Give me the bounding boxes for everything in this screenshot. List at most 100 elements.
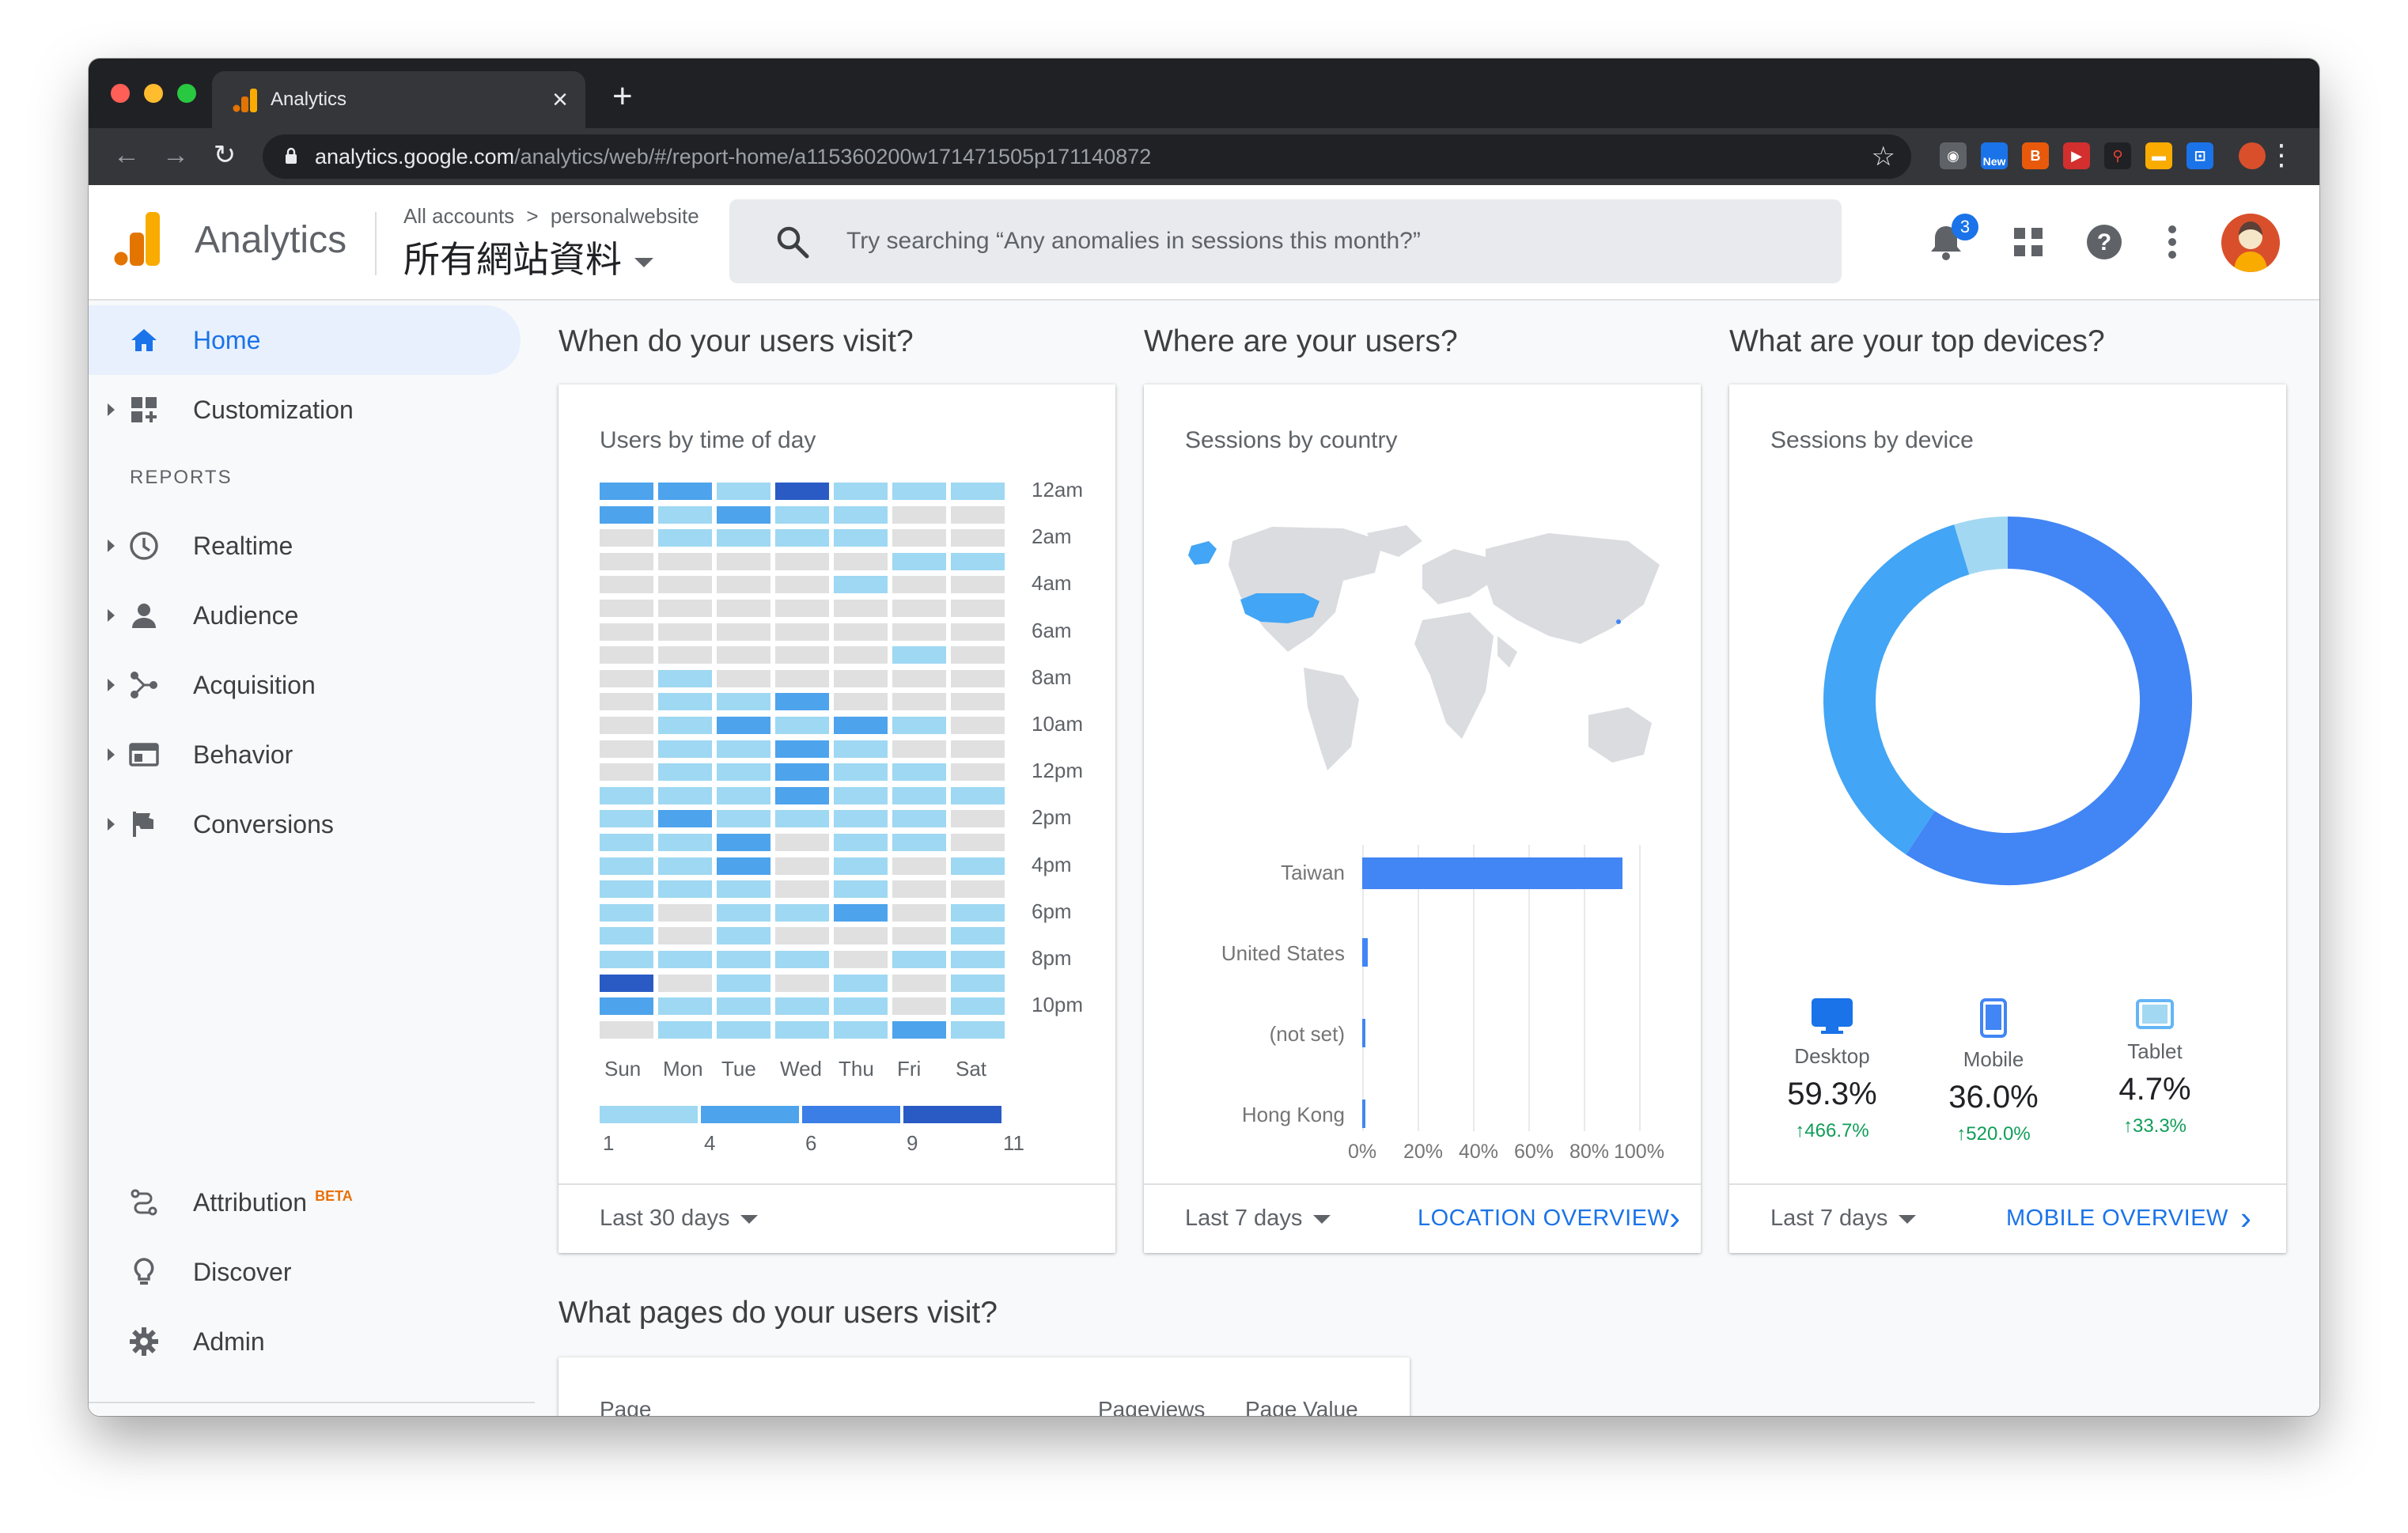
heatmap-cell[interactable] <box>951 529 1005 547</box>
heatmap-cell[interactable] <box>834 483 888 500</box>
heatmap-cell[interactable] <box>600 927 653 945</box>
heatmap-cell[interactable] <box>892 903 946 922</box>
heatmap-cell[interactable] <box>600 623 653 641</box>
heatmap-cell[interactable] <box>600 834 653 851</box>
heatmap-cell[interactable] <box>951 857 1005 875</box>
sidebar-item-conversions[interactable]: Conversions <box>89 789 532 859</box>
profile-icon[interactable] <box>2239 142 2266 169</box>
heatmap-cell[interactable] <box>658 997 712 1016</box>
heatmap-cell[interactable] <box>658 740 712 758</box>
heatmap-cell[interactable] <box>892 717 946 734</box>
sidebar-item-admin[interactable]: Admin <box>89 1307 532 1376</box>
heatmap-cell[interactable] <box>834 810 888 828</box>
heatmap-cell[interactable] <box>600 974 653 992</box>
reload-icon[interactable]: ↻ <box>207 138 242 172</box>
heatmap-cell[interactable] <box>834 857 888 875</box>
heatmap-cell[interactable] <box>717 552 770 570</box>
heatmap-cell[interactable] <box>951 903 1005 922</box>
heatmap-cell[interactable] <box>717 576 770 594</box>
heatmap-cell[interactable] <box>717 834 770 851</box>
extension-b-icon[interactable]: B <box>2022 142 2049 169</box>
heatmap-cell[interactable] <box>600 529 653 547</box>
heatmap-cell[interactable] <box>892 1020 946 1039</box>
heatmap-cell[interactable] <box>775 951 829 968</box>
heatmap-cell[interactable] <box>775 927 829 945</box>
extension-yellow-icon[interactable]: ▬ <box>2145 142 2172 169</box>
heatmap-cell[interactable] <box>717 786 770 804</box>
heatmap-cell[interactable] <box>717 717 770 734</box>
heatmap-cell[interactable] <box>775 505 829 524</box>
heatmap-cell[interactable] <box>658 693 712 711</box>
browser-tab[interactable]: Analytics × <box>212 71 585 128</box>
heatmap-cell[interactable] <box>717 646 770 664</box>
heatmap-cell[interactable] <box>834 880 888 899</box>
sidebar-item-attribution[interactable]: Attribution BETA <box>89 1168 532 1237</box>
heatmap-cell[interactable] <box>834 974 888 992</box>
heatmap-cell[interactable] <box>775 693 829 711</box>
heatmap-cell[interactable] <box>658 529 712 547</box>
heatmap-cell[interactable] <box>658 717 712 734</box>
heatmap-cell[interactable] <box>658 763 712 782</box>
heatmap-cell[interactable] <box>775 669 829 687</box>
column-header-pageviews[interactable]: Pageviews <box>1098 1397 1205 1416</box>
heatmap-cell[interactable] <box>658 669 712 687</box>
heatmap-cell[interactable] <box>600 1020 653 1039</box>
heatmap-cell[interactable] <box>775 717 829 734</box>
heatmap-cell[interactable] <box>951 505 1005 524</box>
heatmap-cell[interactable] <box>892 552 946 570</box>
location-overview-link[interactable]: LOCATION OVERVIEW <box>1418 1206 1669 1232</box>
heatmap-cell[interactable] <box>775 880 829 899</box>
heatmap-cell[interactable] <box>892 880 946 899</box>
heatmap-cell[interactable] <box>717 669 770 687</box>
date-range-dropdown[interactable]: Last 7 days <box>1770 1206 1917 1232</box>
heatmap-cell[interactable] <box>775 786 829 804</box>
heatmap-cell[interactable] <box>834 997 888 1016</box>
view-selector[interactable]: 所有網站資料 <box>403 231 653 283</box>
heatmap-cell[interactable] <box>600 951 653 968</box>
heatmap-cell[interactable] <box>951 717 1005 734</box>
heatmap-cell[interactable] <box>600 810 653 828</box>
heatmap-cell[interactable] <box>600 786 653 804</box>
heatmap-cell[interactable] <box>834 740 888 758</box>
heatmap-cell[interactable] <box>892 623 946 641</box>
heatmap-cell[interactable] <box>600 693 653 711</box>
heatmap-cell[interactable] <box>892 693 946 711</box>
heatmap-cell[interactable] <box>600 763 653 782</box>
heatmap-cell[interactable] <box>717 903 770 922</box>
heatmap-cell[interactable] <box>892 857 946 875</box>
heatmap-cell[interactable] <box>600 717 653 734</box>
search-box[interactable] <box>729 199 1842 283</box>
heatmap-cell[interactable] <box>775 552 829 570</box>
heatmap-cell[interactable] <box>951 600 1005 617</box>
heatmap-cell[interactable] <box>892 951 946 968</box>
heatmap-cell[interactable] <box>834 669 888 687</box>
maximize-window-button[interactable] <box>177 84 196 103</box>
heatmap-cell[interactable] <box>658 576 712 594</box>
analytics-logo-icon[interactable] <box>114 212 161 266</box>
country-bar[interactable] <box>1362 857 1623 889</box>
avatar[interactable] <box>2221 214 2280 272</box>
back-icon[interactable]: ← <box>109 138 144 172</box>
heatmap-cell[interactable] <box>600 646 653 664</box>
heatmap-cell[interactable] <box>717 763 770 782</box>
heatmap-cell[interactable] <box>834 927 888 945</box>
heatmap-cell[interactable] <box>658 623 712 641</box>
close-window-button[interactable] <box>111 84 130 103</box>
donut-slice-desktop[interactable] <box>1906 517 2192 885</box>
heatmap-cell[interactable] <box>775 483 829 500</box>
heatmap-cell[interactable] <box>658 927 712 945</box>
heatmap-cell[interactable] <box>775 740 829 758</box>
heatmap-cell[interactable] <box>892 740 946 758</box>
help-icon[interactable]: ? <box>2082 220 2126 264</box>
heatmap-cell[interactable] <box>834 505 888 524</box>
account-breadcrumb[interactable]: All accounts > personalwebsite <box>403 204 699 229</box>
heatmap-cell[interactable] <box>834 951 888 968</box>
heatmap-cell[interactable] <box>717 505 770 524</box>
heatmap-cell[interactable] <box>775 903 829 922</box>
sidebar-item-audience[interactable]: Audience <box>89 581 532 650</box>
heatmap-cell[interactable] <box>892 600 946 617</box>
heatmap-cell[interactable] <box>600 903 653 922</box>
heatmap-cell[interactable] <box>834 646 888 664</box>
heatmap-cell[interactable] <box>717 927 770 945</box>
heatmap-cell[interactable] <box>775 646 829 664</box>
